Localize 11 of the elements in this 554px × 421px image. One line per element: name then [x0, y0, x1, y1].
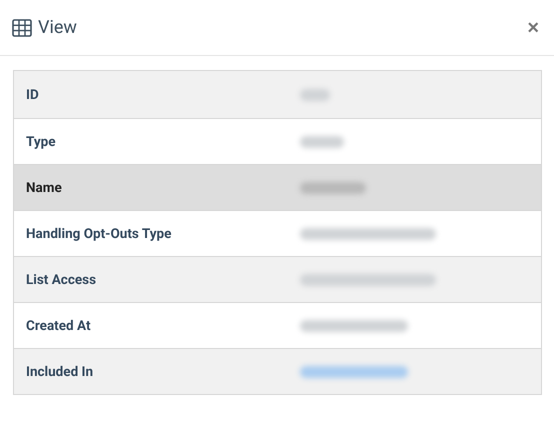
- field-label: Handling Opt-Outs Type: [25, 226, 172, 242]
- field-label: Type: [25, 134, 57, 150]
- dialog-title: View: [38, 17, 77, 38]
- field-label: ID: [25, 86, 40, 102]
- field-label: Created At: [25, 318, 92, 334]
- blurred-link[interactable]: [300, 366, 408, 378]
- close-button[interactable]: ×: [524, 18, 542, 38]
- field-label: List Access: [25, 272, 98, 288]
- field-label: Name: [25, 180, 63, 196]
- field-label: Included In: [25, 364, 94, 380]
- table-icon: [12, 18, 32, 36]
